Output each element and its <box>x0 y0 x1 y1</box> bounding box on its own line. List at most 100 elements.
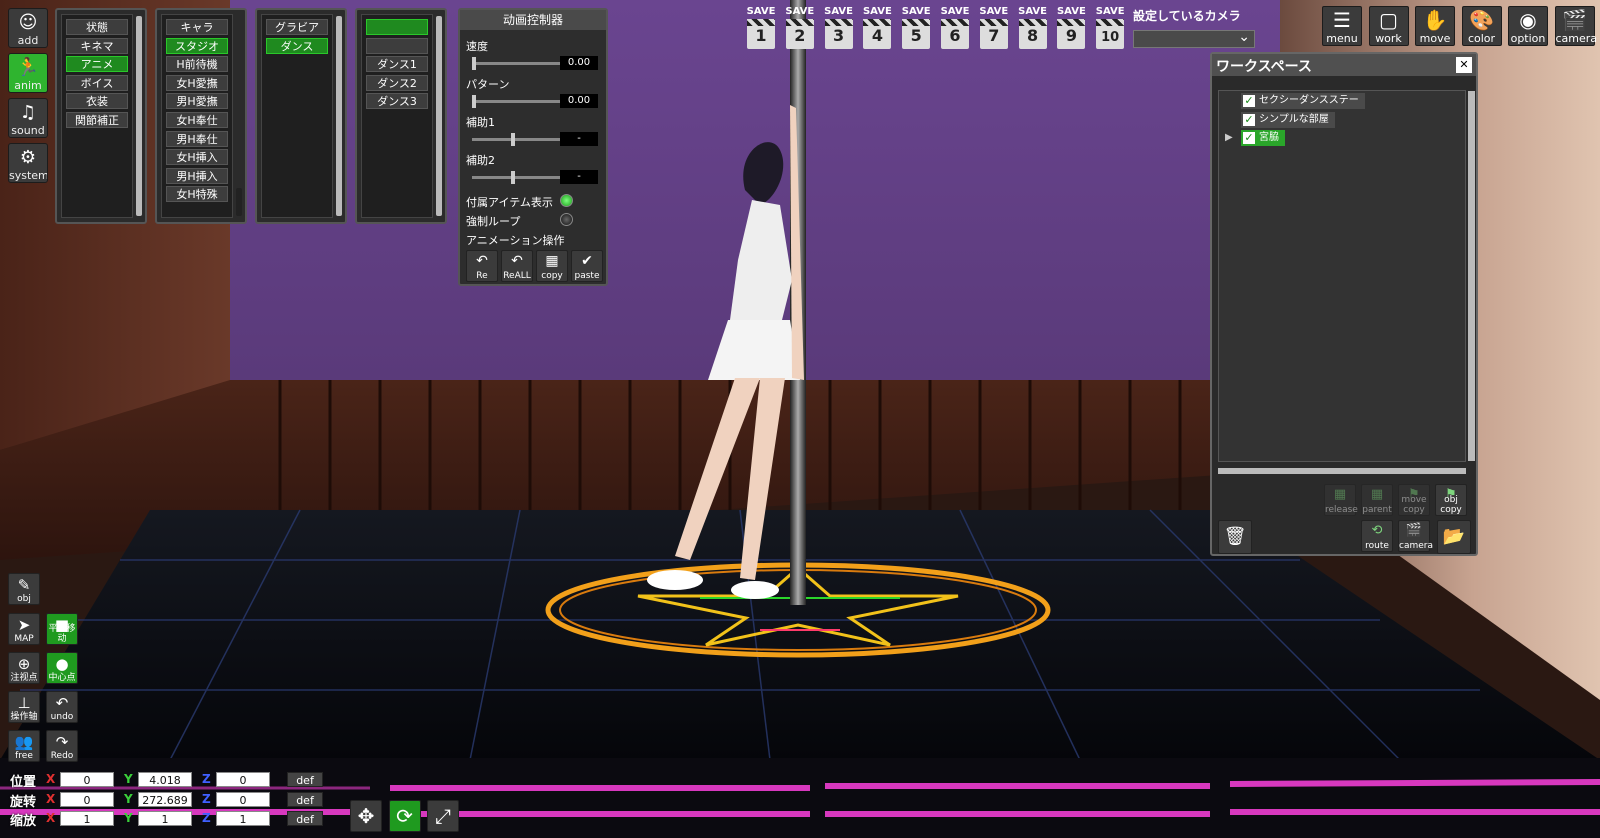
speed-value[interactable]: 0.00 <box>560 56 598 70</box>
anim-list-item[interactable] <box>366 37 428 54</box>
aux2-slider[interactable] <box>472 171 562 184</box>
checkbox-checked-icon[interactable]: ✓ <box>1243 113 1255 126</box>
workspace-release-button[interactable]: ▦ release <box>1324 484 1358 516</box>
open-folder-button[interactable]: 📂 <box>1437 520 1471 554</box>
anim-clip-scrollbar[interactable] <box>436 16 442 216</box>
anim-list-item[interactable]: ダンス1 <box>366 56 428 73</box>
transform-reset-button[interactable]: def <box>287 811 323 826</box>
tool-parallel-move-button[interactable]: ■ 平行移动 <box>46 613 78 645</box>
force-loop-toggle[interactable] <box>560 213 573 226</box>
anim-list-item[interactable]: 女H特殊 <box>166 186 228 203</box>
speed-slider-knob[interactable] <box>472 57 476 70</box>
aux2-value[interactable]: - <box>560 170 598 184</box>
workspace-tree[interactable]: ✓ セクシーダンスステー ✓ シンプルな部屋 ✓ 宮脇 ▶ <box>1218 90 1475 462</box>
aux1-value[interactable]: - <box>560 132 598 146</box>
save-slot-6-button[interactable]: SAVE 6 <box>938 6 972 54</box>
anim-list-item[interactable]: 女H奉仕 <box>166 112 228 128</box>
tool-axis-button[interactable]: ⊥ 操作轴 <box>8 691 40 723</box>
anim-list-item[interactable]: キャラ <box>166 19 228 35</box>
anim-list-item[interactable]: ダンス <box>266 37 328 54</box>
workspace-obj-copy-button[interactable]: ⚑ obj copy <box>1435 484 1467 516</box>
pattern-slider[interactable] <box>472 95 562 108</box>
workspace-route-button[interactable]: ⟲ route <box>1361 520 1393 552</box>
tool-map-pointer-button[interactable]: ➤ MAP <box>8 613 40 645</box>
anim-list-item[interactable]: 男H愛撫 <box>166 93 228 110</box>
save-slot-5-button[interactable]: SAVE 5 <box>899 6 933 54</box>
save-slot-4-button[interactable]: SAVE 4 <box>860 6 894 54</box>
close-icon[interactable]: ✕ <box>1456 57 1472 73</box>
transform-x-input[interactable]: 0 <box>60 772 114 787</box>
transform-x-input[interactable]: 1 <box>60 811 114 826</box>
workspace-hscrollbar[interactable] <box>1218 468 1466 474</box>
save-slot-8-button[interactable]: SAVE 8 <box>1016 6 1050 54</box>
workspace-tree-item[interactable]: ✓ 宮脇 ▶ <box>1225 130 1285 146</box>
save-slot-2-button[interactable]: SAVE 2 <box>783 6 817 54</box>
anim-list-item[interactable]: ボイス <box>66 74 128 91</box>
toolbar-anim-button[interactable]: 🏃 anim <box>8 53 48 93</box>
tool-free-camera-button[interactable]: 👥 free <box>8 730 40 762</box>
anim-op-paste-button[interactable]: ✔ paste <box>571 250 603 282</box>
anim-op-reall-button[interactable]: ↶ ReALL <box>501 250 533 282</box>
anim-list-item[interactable]: 女H挿入 <box>166 149 228 166</box>
pattern-slider-knob[interactable] <box>472 95 476 108</box>
workspace-tree-item[interactable]: ✓ セクシーダンスステー <box>1241 93 1365 109</box>
transform-z-input[interactable]: 0 <box>216 772 270 787</box>
anim-list-item[interactable]: グラビア <box>266 19 328 35</box>
tool-center-point-button[interactable]: ● 中心点 <box>46 652 78 684</box>
tool-gaze-point-button[interactable]: ⊕ 注视点 <box>8 652 40 684</box>
toolbar-menu-button[interactable]: ☰ menu <box>1322 6 1362 46</box>
toolbar-system-button[interactable]: ⚙ system <box>8 143 48 183</box>
anim-category-scrollbar[interactable] <box>136 16 142 216</box>
anim-list-item[interactable]: 衣装 <box>66 93 128 110</box>
tool-undo-button[interactable]: ↶ undo <box>46 691 78 723</box>
speed-slider[interactable] <box>472 57 562 70</box>
anim-list-item[interactable]: 男H奉仕 <box>166 130 228 147</box>
tool-obj-edit-button[interactable]: ✎ obj <box>8 573 40 605</box>
anim-group-scrollbar[interactable] <box>236 188 242 216</box>
transform-reset-button[interactable]: def <box>287 772 323 787</box>
rotate-gizmo-button[interactable]: ⟳ <box>388 800 421 832</box>
anim-list-item[interactable]: ダンス3 <box>366 93 428 110</box>
workspace-move-copy-button[interactable]: ⚑ move copy <box>1398 484 1430 516</box>
workspace-titlebar[interactable]: ワークスペース ✕ <box>1212 54 1476 76</box>
toolbar-option-button[interactable]: ◉ option <box>1508 6 1548 46</box>
anim-op-copy-button[interactable]: ▦ copy <box>536 250 568 282</box>
checkbox-checked-icon[interactable]: ✓ <box>1243 95 1255 107</box>
transform-y-input[interactable]: 4.018 <box>138 772 192 787</box>
toolbar-color-button[interactable]: 🎨 color <box>1461 6 1502 46</box>
toolbar-sound-button[interactable]: ♫ sound <box>8 98 48 138</box>
workspace-parent-button[interactable]: ▦ parent <box>1361 484 1393 516</box>
toolbar-add-button[interactable]: ☺ add <box>8 8 48 48</box>
anim-list-item[interactable]: ダンス2 <box>366 74 428 91</box>
toolbar-move-button[interactable]: ✋ move <box>1415 6 1455 46</box>
save-slot-7-button[interactable]: SAVE 7 <box>977 6 1011 54</box>
pattern-value[interactable]: 0.00 <box>560 94 598 108</box>
anim-subgroup-scrollbar[interactable] <box>336 16 342 216</box>
transform-z-input[interactable]: 0 <box>216 791 270 807</box>
toolbar-camera-button[interactable]: 🎬 camera <box>1554 6 1597 46</box>
anim-list-item[interactable]: キネマ <box>66 37 128 54</box>
save-slot-1-button[interactable]: SAVE 1 <box>744 6 778 54</box>
move-gizmo-button[interactable]: ✥ <box>350 800 382 832</box>
accessory-display-toggle[interactable] <box>560 194 573 207</box>
anim-list-item[interactable]: スタジオ <box>166 37 228 54</box>
checkbox-checked-icon[interactable]: ✓ <box>1243 132 1255 144</box>
workspace-tree-item[interactable]: ✓ シンプルな部屋 <box>1241 111 1335 128</box>
anim-list-item[interactable]: アニメ <box>66 56 128 73</box>
expand-arrow-icon[interactable]: ▶ <box>1225 130 1233 146</box>
aux2-slider-knob[interactable] <box>510 171 515 184</box>
aux1-slider-knob[interactable] <box>510 133 515 146</box>
anim-list-item[interactable]: 状態 <box>66 19 128 35</box>
save-slot-10-button[interactable]: SAVE 10 <box>1093 6 1127 54</box>
workspace-camera-button[interactable]: 🎬 camera <box>1398 520 1433 552</box>
transform-z-input[interactable]: 1 <box>216 811 270 826</box>
save-slot-9-button[interactable]: SAVE 9 <box>1054 6 1088 54</box>
transform-x-input[interactable]: 0 <box>60 791 114 807</box>
toolbar-work-button[interactable]: ▢ work <box>1368 6 1409 46</box>
anim-list-item[interactable]: H前待機 <box>166 56 228 73</box>
anim-op-re-button[interactable]: ↶ Re <box>466 250 498 282</box>
camera-select-dropdown[interactable]: ⌄ <box>1133 29 1255 48</box>
delete-button[interactable]: 🗑 <box>1218 520 1252 554</box>
transform-y-input[interactable]: 272.689 <box>138 791 192 807</box>
transform-reset-button[interactable]: def <box>287 791 323 807</box>
